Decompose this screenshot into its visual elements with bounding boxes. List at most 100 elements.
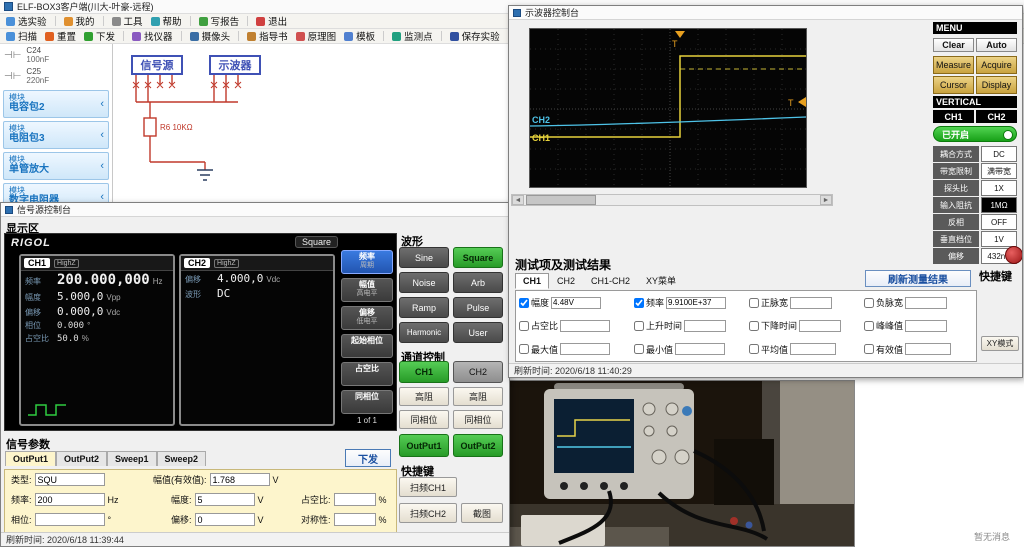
coupling-select[interactable]: DC <box>981 146 1017 162</box>
amplitude-checkbox[interactable] <box>519 298 529 308</box>
screenshot-button[interactable]: 截图 <box>461 503 503 523</box>
refresh-measurements-button[interactable]: 刷新测量结果 <box>865 270 971 287</box>
sidebar-module-capacitors[interactable]: 模块 电容包2 ‹ <box>3 90 109 118</box>
tab-sweep1[interactable]: Sweep1 <box>107 451 157 466</box>
frequency-field[interactable] <box>35 493 105 506</box>
duty-checkbox[interactable] <box>519 321 529 331</box>
sweep-ch2-button[interactable]: 扫频CH2 <box>399 503 457 523</box>
toolbar-scan[interactable]: 扫描 <box>6 29 37 43</box>
softkey-amplitude[interactable]: 幅值高电平 <box>341 278 393 302</box>
scope-horizontal-scrollbar[interactable]: ◄ ► <box>511 194 833 206</box>
clear-button[interactable]: Clear <box>933 38 974 52</box>
scroll-left-icon[interactable]: ◄ <box>512 195 524 205</box>
impedance-select[interactable]: 1MΩ <box>981 197 1017 213</box>
softkey-start-phase[interactable]: 起始相位 <box>341 334 393 358</box>
scrollbar-thumb[interactable] <box>526 195 596 205</box>
rise-time-value[interactable] <box>684 320 726 332</box>
mean-value[interactable] <box>790 343 836 355</box>
toolbar-send[interactable]: 下发 <box>84 29 115 43</box>
menu-item-tools[interactable]: 工具 <box>112 14 143 28</box>
amplitude-value[interactable] <box>551 297 601 309</box>
tab-output2[interactable]: OutPut2 <box>56 451 107 466</box>
toolbar-find-instrument[interactable]: 找仪器 <box>132 29 173 43</box>
waveform-sine-button[interactable]: Sine <box>399 247 449 268</box>
neg-width-value[interactable] <box>905 297 947 309</box>
peak-peak-checkbox[interactable] <box>864 321 874 331</box>
min-checkbox[interactable] <box>634 344 644 354</box>
max-checkbox[interactable] <box>519 344 529 354</box>
invert-select[interactable]: OFF <box>981 214 1017 230</box>
rise-time-checkbox[interactable] <box>634 321 644 331</box>
sidebar-module-resistors[interactable]: 模块 电阻包3 ‹ <box>3 121 109 149</box>
waveform-noise-button[interactable]: Noise <box>399 272 449 293</box>
test-tab-xy[interactable]: XY菜单 <box>638 271 684 290</box>
toolbar-schematic[interactable]: 原理图 <box>296 29 337 43</box>
mean-checkbox[interactable] <box>749 344 759 354</box>
toolbar-reset[interactable]: 重置 <box>45 29 76 43</box>
scroll-right-icon[interactable]: ► <box>820 195 832 205</box>
toolbar-template[interactable]: 模板 <box>344 29 375 43</box>
camera-view[interactable] <box>508 380 855 547</box>
tab-sweep2[interactable]: Sweep2 <box>157 451 207 466</box>
test-tab-ch2[interactable]: CH2 <box>549 273 583 289</box>
ch1-phase-button[interactable]: 同相位 <box>399 410 449 429</box>
cursor-button[interactable]: Cursor <box>933 76 974 94</box>
channel-enabled-button[interactable]: 已开启 <box>933 126 1017 142</box>
duty-value[interactable] <box>560 320 610 332</box>
tab-output1[interactable]: OutPut1 <box>5 451 56 466</box>
menu-item-help[interactable]: 帮助 <box>151 14 182 28</box>
min-value[interactable] <box>675 343 725 355</box>
bandwidth-select[interactable]: 满带宽 <box>981 163 1017 179</box>
waveform-harmonic-button[interactable]: Harmonic <box>399 322 449 343</box>
menu-item-experiments[interactable]: 选实验 <box>6 14 47 28</box>
sidebar-module-amplifier[interactable]: 模块 单管放大 ‹ <box>3 152 109 180</box>
channel-ch1-button[interactable]: CH1 <box>399 361 449 383</box>
duty-field[interactable] <box>334 493 376 506</box>
component-c25[interactable]: ⊣⊢ C25220nF <box>4 67 49 85</box>
schematic-signal-source-block[interactable]: 信号源 <box>131 55 183 75</box>
acquire-button[interactable]: Acquire <box>976 56 1017 74</box>
phase-field[interactable] <box>35 513 105 526</box>
ch1-impedance-button[interactable]: 高阻 <box>399 387 449 406</box>
waveform-ramp-button[interactable]: Ramp <box>399 297 449 318</box>
peak-peak-value[interactable] <box>905 320 947 332</box>
scope-ch2-tab[interactable]: CH2 <box>976 110 1017 123</box>
offset-field[interactable] <box>195 513 255 526</box>
channel-ch2-button[interactable]: CH2 <box>453 361 503 383</box>
softkey-same-phase[interactable]: 同相位 <box>341 390 393 414</box>
ch2-impedance-button[interactable]: 高阻 <box>453 387 503 406</box>
waveform-arb-button[interactable]: Arb <box>453 272 503 293</box>
scope-ch1-tab[interactable]: CH1 <box>933 110 974 123</box>
component-c24[interactable]: ⊣⊢ C24100nF <box>4 46 49 64</box>
rms-field[interactable] <box>210 473 270 486</box>
fall-time-value[interactable] <box>799 320 841 332</box>
type-field[interactable] <box>35 473 105 486</box>
test-tab-ch1-ch2[interactable]: CH1-CH2 <box>583 273 638 289</box>
toolbar-camera[interactable]: 摄像头 <box>190 29 231 43</box>
waveform-user-button[interactable]: User <box>453 322 503 343</box>
probe-select[interactable]: 1X <box>981 180 1017 196</box>
waveform-pulse-button[interactable]: Pulse <box>453 297 503 318</box>
menu-item-my[interactable]: 我的 <box>64 14 95 28</box>
waveform-square-button[interactable]: Square <box>453 247 503 268</box>
toolbar-monitor[interactable]: 监测点 <box>392 29 433 43</box>
toolbar-guide[interactable]: 指导书 <box>247 29 288 43</box>
symmetry-field[interactable] <box>334 513 376 526</box>
output2-button[interactable]: OutPut2 <box>453 434 503 457</box>
scope-window-titlebar[interactable]: 示波器控制台 <box>509 6 1022 20</box>
auto-button[interactable]: Auto <box>976 38 1017 52</box>
menu-item-report[interactable]: 写报告 <box>199 14 240 28</box>
pos-width-value[interactable] <box>790 297 832 309</box>
toolbar-save[interactable]: 保存实验 <box>450 29 500 43</box>
signal-window-titlebar[interactable]: 信号源控制台 <box>1 203 509 217</box>
frequency-checkbox[interactable] <box>634 298 644 308</box>
softkey-offset[interactable]: 偏移低电平 <box>341 306 393 330</box>
softkey-duty[interactable]: 占空比 <box>341 362 393 386</box>
display-button[interactable]: Display <box>976 76 1017 94</box>
neg-width-checkbox[interactable] <box>864 298 874 308</box>
frequency-value[interactable] <box>666 297 726 309</box>
scale-select[interactable]: 1V <box>981 231 1017 247</box>
output1-button[interactable]: OutPut1 <box>399 434 449 457</box>
offset-knob[interactable] <box>1005 246 1023 264</box>
ch2-phase-button[interactable]: 同相位 <box>453 410 503 429</box>
